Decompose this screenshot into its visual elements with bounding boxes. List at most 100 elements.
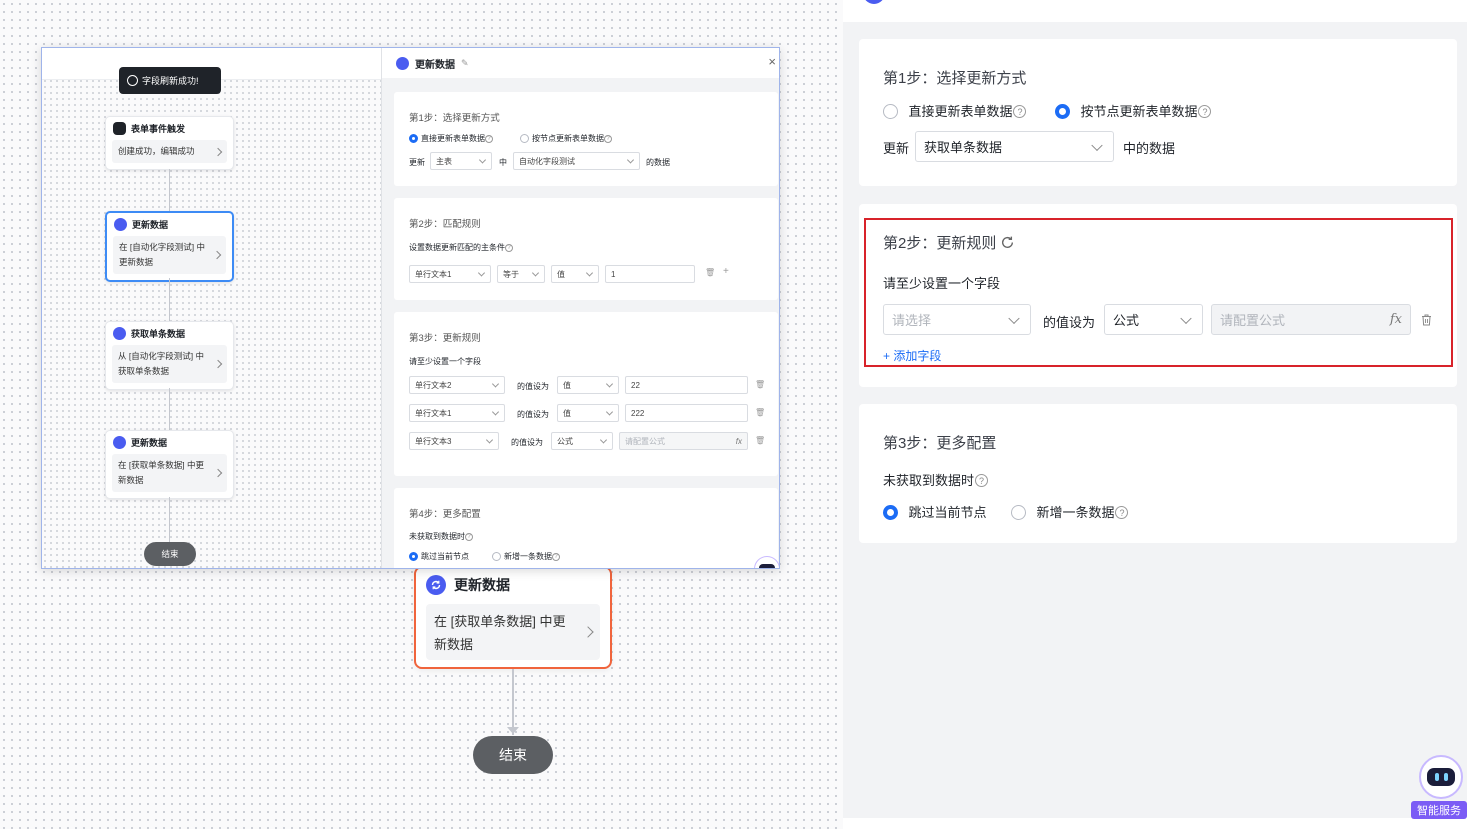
mini-node-get-single[interactable]: 获取单条数据 从 [自动化字段测试] 中获取单条数据 [105,321,234,390]
radio-by-node-update[interactable]: 按节点更新表单数据? [1055,101,1212,121]
help-icon[interactable]: ? [975,474,989,488]
trash-icon[interactable]: 🗑 [755,408,765,417]
select-value: 获取单条数据 [924,140,1003,155]
radio-label: 按节点更新表单数据 [1080,104,1198,119]
embedded-screenshot: 字段刷新成功! 表单事件触发 创建成功，编辑成功 更新数据 在 [自动化字段测试… [41,47,780,569]
edit-icon[interactable]: ✎ [461,58,469,69]
mini-node-body: 创建成功，编辑成功 [112,140,227,163]
mini-node-header: 更新数据 [106,431,233,454]
mini-step1-card: 第1步：选择更新方式 直接更新表单数据? 按节点更新表单数据? 更新 主表 中 … [394,92,778,186]
mini-radio-skip[interactable]: 跳过当前节点 [409,551,469,562]
highlight-box [864,218,1453,367]
mini-node-text: 在 [获取单条数据] 中更新数据 [118,460,204,485]
mini-node-header: 表单事件触发 [106,117,233,140]
check-circle-icon [127,75,138,86]
node-title: 更新数据 [454,577,510,593]
mini-step3-hint: 请至少设置一个字段 [409,357,481,366]
success-toast: 字段刷新成功! [119,67,221,94]
mini-radio-direct[interactable]: 直接更新表单数据? [409,133,493,144]
mini-node-update-1[interactable]: 更新数据 在 [自动化字段测试] 中更新数据 [105,211,234,282]
mini-node-header: 更新数据 [107,213,232,236]
trash-icon[interactable]: 🗑 [755,436,765,445]
mini-match-op[interactable]: 等于 [497,265,545,283]
mini-radio-by-node[interactable]: 按节点更新表单数据? [520,133,612,144]
mini-rule-type[interactable]: 值 [557,376,619,394]
mini-rule-type[interactable]: 值 [557,404,619,422]
mini-end-node[interactable]: 结束 [144,542,196,566]
assistant-button[interactable] [1419,755,1463,799]
mini-suffix: 的数据 [646,158,670,167]
mini-no-data: 未获取到数据时? [409,531,473,542]
radio-label: 跳过当前节点 [908,505,987,520]
no-data-label-row: 未获取到数据时? [883,470,989,490]
step1-title: 第1步：选择更新方式 [883,70,1027,87]
mini-update-label: 更新 [409,158,425,167]
arrow-down-icon [507,727,519,734]
node-description[interactable]: 在 [获取单条数据] 中更新数据 [426,604,600,660]
update-data-node[interactable]: 更新数据 在 [获取单条数据] 中更新数据 [414,566,612,669]
radio-add-record[interactable]: 新增一条数据? [1011,502,1129,522]
trash-icon[interactable]: 🗑 [705,268,715,277]
mini-step1-title: 第1步：选择更新方式 [409,113,500,124]
chevron-right-icon [213,147,223,156]
mini-rule-value[interactable]: 22 [625,376,748,394]
end-node[interactable]: 结束 [473,736,553,774]
mini-value-as: 的值设为 [517,382,549,391]
radio-skip-node[interactable]: 跳过当前节点 [883,502,986,522]
mini-config-panel: 更新数据 ✎ × 第1步：选择更新方式 直接更新表单数据? 按节点更新表单数据?… [381,48,779,568]
mini-step2-card: 第2步：匹配规则 设置数据更新匹配的主条件? 单行文本1 等于 值 1 🗑 + [394,198,778,300]
mini-in-label: 中 [499,158,507,167]
config-panel: 第1步：选择更新方式 直接更新表单数据? 按节点更新表单数据? 更新 获取单条数… [843,0,1467,829]
trash-icon[interactable]: 🗑 [755,380,765,389]
node-header: 更新数据 [416,568,610,602]
help-icon[interactable]: ? [1198,105,1212,119]
sync-icon [113,436,126,449]
mini-radio-add[interactable]: 新增一条数据? [492,551,560,562]
mini-match-field[interactable]: 单行文本1 [409,265,491,283]
header-icon [863,0,885,4]
mini-panel-header: 更新数据 ✎ × [382,48,779,78]
mini-node-trigger[interactable]: 表单事件触发 创建成功，编辑成功 [105,116,234,170]
mini-node-update-2[interactable]: 更新数据 在 [获取单条数据] 中更新数据 [105,430,234,499]
node-body-text: 在 [获取单条数据] 中更新数据 [434,614,566,652]
mini-rule-value[interactable]: 222 [625,404,748,422]
plus-icon[interactable]: + [723,266,729,277]
mini-formula-input[interactable]: 请配置公式 fx [619,432,748,450]
mini-node-header: 获取单条数据 [106,322,233,345]
mini-rule-field[interactable]: 单行文本2 [409,376,505,394]
close-icon[interactable]: × [768,54,776,69]
mini-table-select[interactable]: 主表 [430,152,492,170]
help-icon[interactable]: ? [1013,105,1027,119]
suffix-label: 中的数据 [1123,141,1176,156]
mini-step3-title: 第3步：更新规则 [409,333,481,344]
flow-connector [169,278,170,321]
mini-node-body: 在 [自动化字段测试] 中更新数据 [113,236,226,274]
mini-node-title: 获取单条数据 [131,329,186,339]
radio-circle [883,104,898,120]
mini-rule-type[interactable]: 公式 [551,432,613,450]
radio-circle-selected [883,505,898,521]
radio-circle [1011,505,1026,521]
mini-match-type[interactable]: 值 [551,265,599,283]
source-node-select[interactable]: 获取单条数据 [915,131,1114,162]
mini-node-title: 表单事件触发 [131,124,186,134]
mini-canvas: 字段刷新成功! 表单事件触发 创建成功，编辑成功 更新数据 在 [自动化字段测试… [42,48,382,568]
flow-connector [512,669,514,735]
mini-rule-field[interactable]: 单行文本1 [409,404,505,422]
fx-icon: fx [735,436,742,446]
panel-topbar [843,0,1467,22]
chevron-right-icon [213,468,223,478]
help-icon[interactable]: ? [1115,506,1129,520]
radio-circle-selected [1055,104,1070,120]
assistant-label[interactable]: 智能服务 [1411,801,1467,819]
mini-rule-field[interactable]: 单行文本3 [409,432,499,450]
mini-source-select[interactable]: 自动化字段测试 [513,152,640,170]
step3-card: 第3步：更多配置 未获取到数据时? 跳过当前节点 新增一条数据? [859,404,1457,543]
flow-connector [169,497,170,542]
mini-match-value[interactable]: 1 [605,265,695,283]
radio-direct-update[interactable]: 直接更新表单数据? [883,101,1027,121]
robot-icon [759,564,775,568]
toast-text: 字段刷新成功! [142,76,199,86]
flow-connector [169,388,170,430]
mini-node-title: 更新数据 [132,220,169,230]
